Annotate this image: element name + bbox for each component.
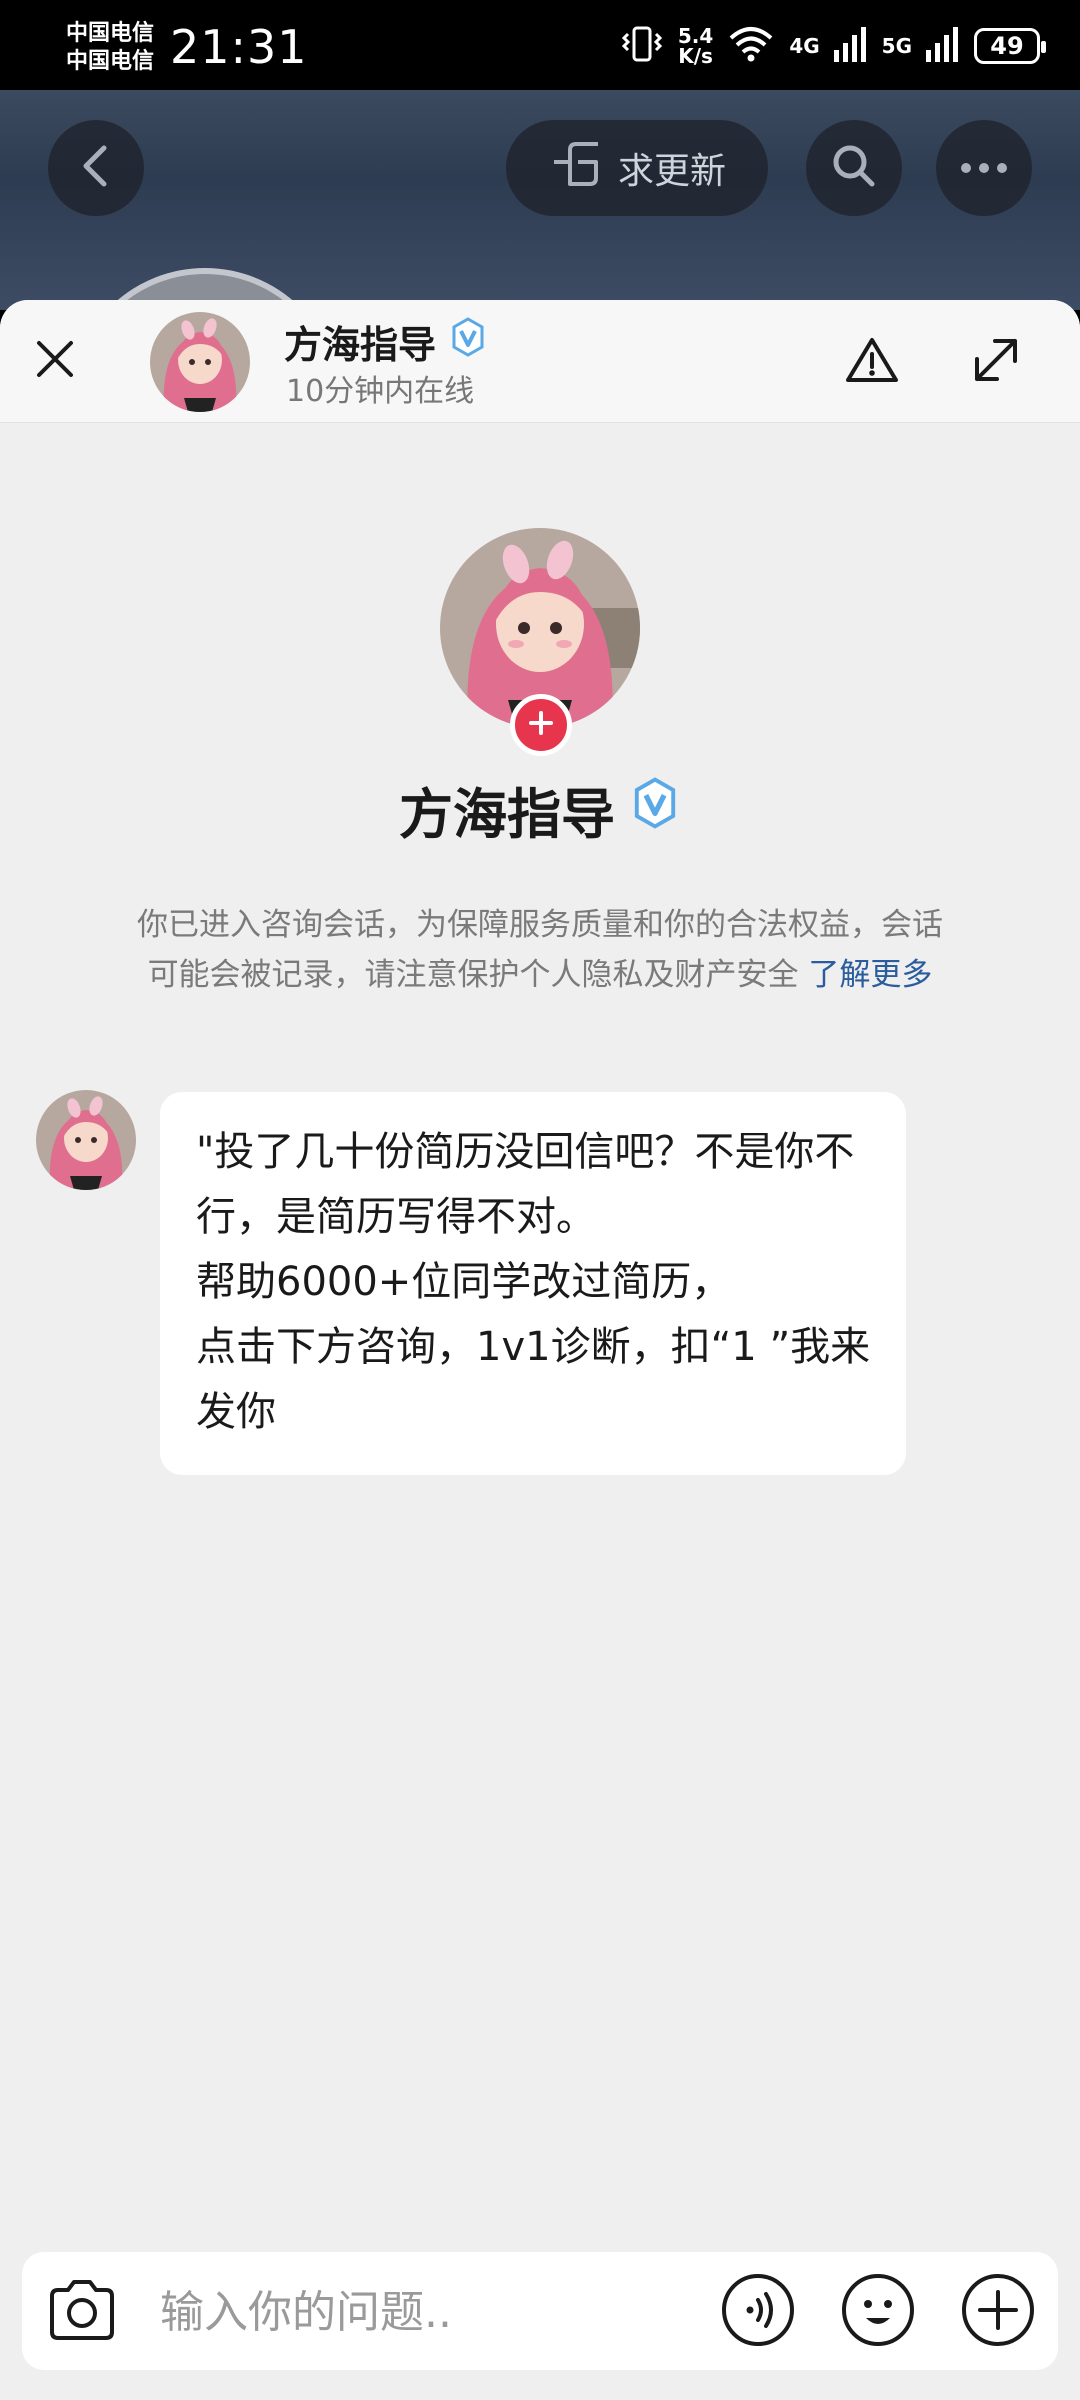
emoji-icon — [840, 2272, 916, 2352]
avatar[interactable] — [36, 1090, 136, 1190]
battery-indicator: 49 — [974, 28, 1046, 64]
search-icon — [828, 140, 880, 196]
profile-avatar-block — [440, 528, 640, 756]
privacy-notice: 你已进入咨询会话，为保障服务质量和你的合法权益，会话可能会被记录，请注意保护个人… — [137, 907, 943, 993]
follow-button[interactable] — [510, 694, 572, 756]
verified-icon — [448, 317, 488, 366]
bg-more-button[interactable] — [936, 120, 1032, 216]
online-status: 10分钟内在线 — [286, 374, 475, 409]
expand-icon — [971, 335, 1021, 389]
verified-icon — [629, 777, 681, 842]
input-bar — [22, 2252, 1058, 2370]
camera-button[interactable] — [44, 2274, 120, 2350]
chat-header: 方海指导 10分钟内在线 — [0, 300, 1080, 423]
back-button[interactable] — [48, 120, 144, 216]
close-button[interactable] — [22, 328, 88, 394]
signal-icon-1 — [833, 26, 868, 66]
voice-icon — [720, 2272, 796, 2352]
more-dots-icon — [958, 159, 1010, 178]
carrier-labels: 中国电信 中国电信 — [66, 20, 154, 76]
camera-icon — [46, 2278, 118, 2346]
chevron-left-icon — [76, 142, 116, 194]
clock: 21:31 — [170, 20, 308, 74]
background-page: 求更新 — [0, 90, 1080, 310]
report-button[interactable] — [840, 330, 904, 394]
status-icons: 5.4 K/s 4G 5G 49 — [620, 22, 1046, 70]
voice-button[interactable] — [718, 2272, 798, 2352]
request-update-button[interactable]: 求更新 — [506, 120, 768, 216]
signal-icon-2 — [926, 26, 960, 66]
plus-icon — [527, 709, 555, 741]
hand-pointing-icon — [548, 140, 604, 197]
wifi-icon — [727, 24, 775, 68]
plus-icon — [960, 2272, 1036, 2352]
learn-more-link[interactable]: 了解更多 — [808, 957, 932, 993]
close-icon — [35, 339, 75, 383]
emoji-button[interactable] — [838, 2272, 918, 2352]
carrier-1: 中国电信 — [66, 21, 155, 46]
carrier-2: 中国电信 — [66, 49, 155, 74]
vibrate-icon — [620, 24, 664, 68]
more-actions-button[interactable] — [958, 2272, 1038, 2352]
avatar[interactable] — [150, 312, 250, 412]
chat-sheet: 方海指导 10分钟内在线 方海指导 你已进入咨询会话，为保障服务质量和你的合法权… — [0, 300, 1080, 2400]
network-speed: 5.4 K/s — [677, 24, 714, 68]
network-type-2: 5G — [881, 34, 912, 58]
network-type-1: 4G — [789, 34, 820, 58]
status-bar: 中国电信 中国电信 21:31 5.4 K/s 4G 5G 49 — [0, 0, 1080, 90]
expand-button[interactable] — [964, 330, 1028, 394]
message-bubble[interactable]: "投了几十份简历没回信吧？不是你不行，是简历写得不对。 帮助6000+位同学改过… — [160, 1092, 906, 1475]
warning-icon — [845, 336, 899, 388]
profile-name: 方海指导 — [0, 770, 1080, 849]
bg-search-button[interactable] — [806, 120, 902, 216]
message-input[interactable] — [158, 2270, 722, 2354]
header-title: 方海指导 — [284, 314, 488, 369]
